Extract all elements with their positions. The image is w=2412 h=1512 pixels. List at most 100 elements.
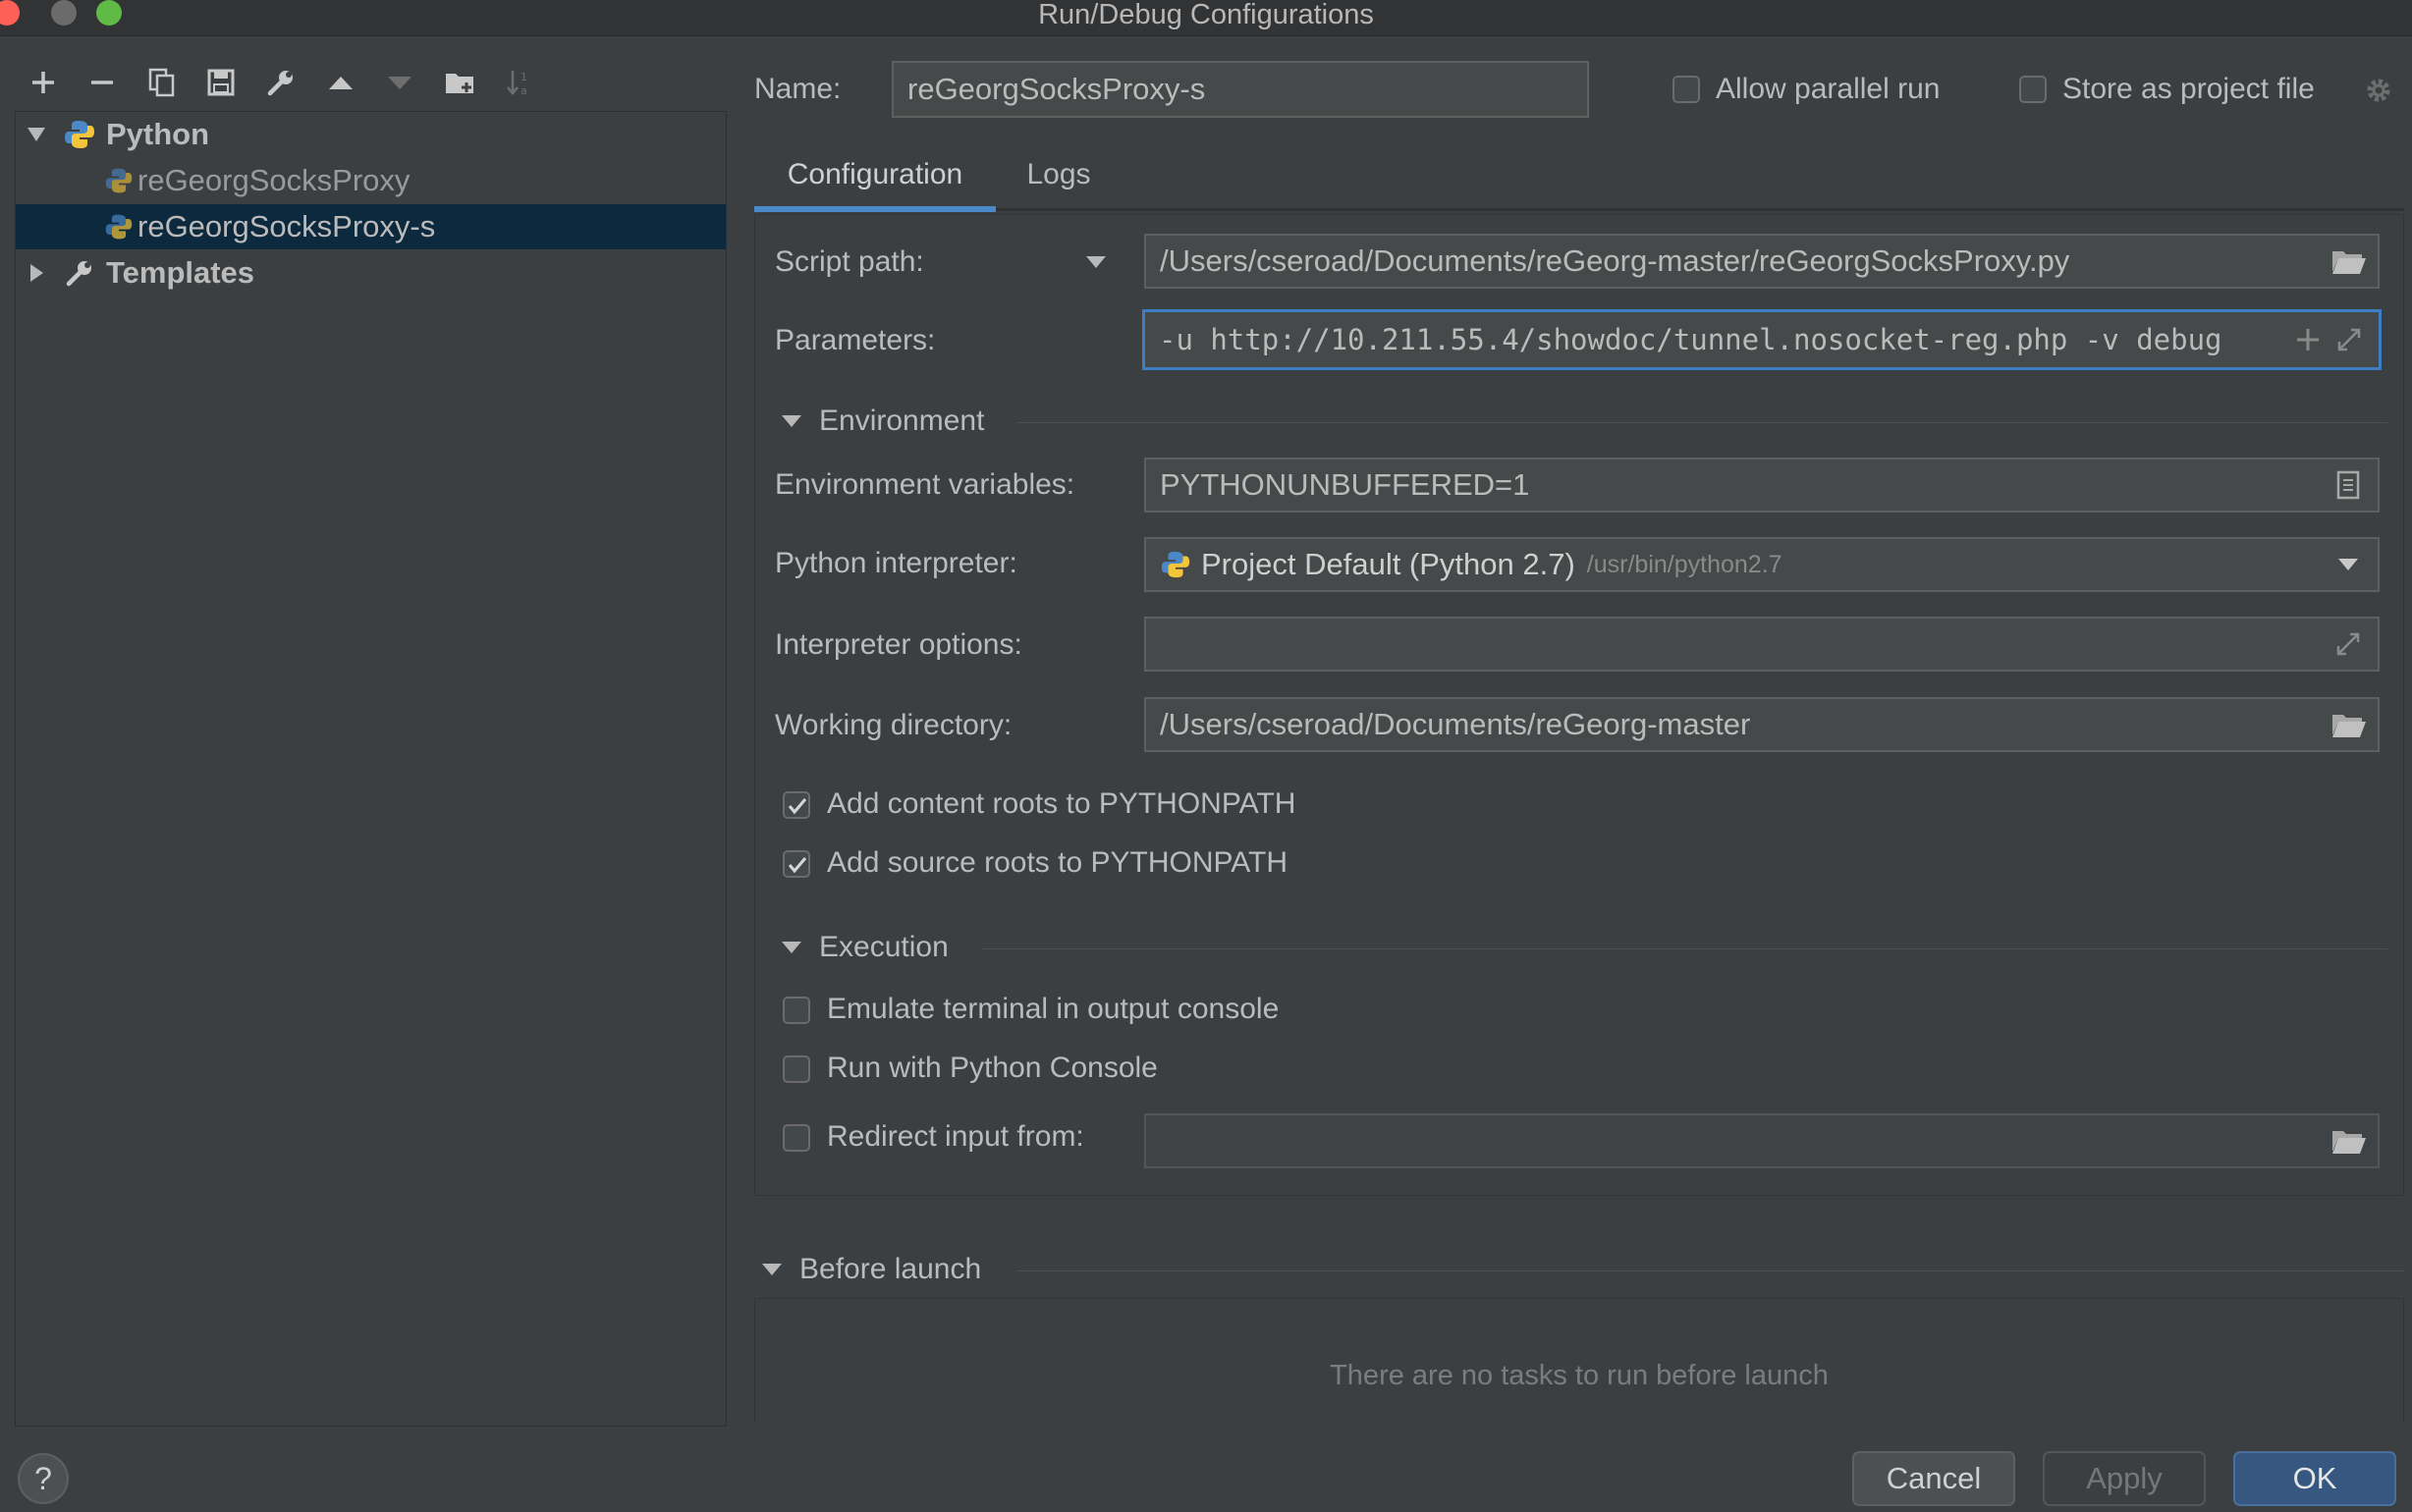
interpreter-label: Python interpreter: [775, 547, 1017, 579]
redirect-input-checkbox[interactable] [783, 1124, 810, 1152]
env-vars-field[interactable]: PYTHONUNBUFFERED=1 [1144, 458, 2380, 513]
wrench-icon[interactable] [259, 61, 302, 104]
allow-parallel-run-checkbox[interactable] [1672, 76, 1700, 103]
env-vars-label: Environment variables: [775, 468, 1075, 501]
folder-open-icon[interactable] [2329, 707, 2368, 742]
help-button[interactable]: ? [18, 1453, 69, 1504]
tab-configuration-label: Configuration [787, 158, 963, 190]
configurations-tree[interactable]: Python reGeorgSocksProxy reGeorgSocksPro… [15, 111, 727, 1427]
interpreter-name: Project Default (Python 2.7) [1201, 547, 1575, 581]
svg-text:a: a [521, 84, 527, 97]
folder-open-icon[interactable] [2329, 243, 2368, 279]
add-source-roots-checkbox[interactable] [783, 850, 810, 878]
execution-section-title: Execution [819, 931, 949, 963]
section-divider [1017, 422, 2387, 423]
edit-list-icon[interactable] [2329, 467, 2368, 503]
add-content-roots-checkbox[interactable] [783, 791, 810, 819]
expanded-arrow-icon[interactable] [26, 124, 47, 145]
allow-parallel-run-label: Allow parallel run [1716, 73, 1941, 105]
python-run-config-icon [105, 168, 133, 193]
tree-group-python-label: Python [106, 117, 210, 151]
folder-open-icon[interactable] [2329, 1123, 2368, 1159]
name-label: Name: [754, 73, 842, 105]
section-collapse-icon[interactable] [782, 942, 801, 953]
svg-text:1: 1 [521, 71, 527, 83]
checkmark-icon [788, 798, 807, 815]
parameters-label: Parameters: [775, 324, 936, 356]
before-launch-section[interactable]: Before launch [762, 1253, 981, 1286]
script-path-field[interactable]: /Users/cseroad/Documents/reGeorg-master/… [1144, 234, 2380, 289]
active-tab-indicator [754, 206, 996, 212]
tabs-divider [754, 208, 2404, 211]
ok-button[interactable]: OK [2233, 1451, 2396, 1506]
gear-icon[interactable] [2363, 75, 2394, 106]
tree-item-label: reGeorgSocksProxy [137, 163, 411, 197]
add-icon[interactable] [22, 61, 65, 104]
sort-icon[interactable]: 1a [498, 61, 541, 104]
store-as-project-file-label: Store as project file [2062, 73, 2315, 105]
redirect-input-field[interactable] [1144, 1113, 2380, 1168]
environment-section-title: Environment [819, 405, 985, 437]
python-icon [1161, 551, 1190, 578]
before-launch-empty-text: There are no tasks to run before launch [1330, 1360, 1829, 1391]
add-macro-icon[interactable] [2288, 322, 2328, 357]
section-divider [1017, 1270, 2404, 1271]
wrench-icon [66, 261, 91, 287]
environment-section[interactable]: Environment [782, 405, 984, 438]
emulate-terminal-checkbox[interactable] [783, 997, 810, 1024]
before-launch-task-list[interactable]: There are no tasks to run before launch [754, 1298, 2404, 1424]
cancel-button[interactable]: Cancel [1852, 1451, 2015, 1506]
tree-item-label: reGeorgSocksProxy-s [137, 209, 436, 243]
interpreter-options-label: Interpreter options: [775, 628, 1022, 661]
save-icon[interactable] [199, 61, 243, 104]
emulate-terminal-label: Emulate terminal in output console [827, 993, 1280, 1025]
tab-configuration[interactable]: Configuration [754, 137, 996, 212]
before-launch-title: Before launch [799, 1253, 982, 1285]
tab-logs[interactable]: Logs [1012, 137, 1106, 212]
folder-icon[interactable] [438, 61, 481, 104]
execution-section[interactable]: Execution [782, 931, 949, 964]
collapsed-arrow-icon[interactable] [26, 262, 47, 284]
run-python-console-checkbox[interactable] [783, 1055, 810, 1083]
tree-item-regeorgsocksproxy-s[interactable]: reGeorgSocksProxy-s [16, 204, 726, 249]
working-dir-value: /Users/cseroad/Documents/reGeorg-master [1160, 707, 1751, 741]
working-dir-label: Working directory: [775, 709, 1013, 741]
expand-icon[interactable] [2329, 626, 2368, 662]
name-field[interactable]: reGeorgSocksProxy-s [892, 61, 1589, 118]
remove-icon[interactable] [81, 61, 124, 104]
parameters-value: -u http://10.211.55.4/showdoc/tunnel.nos… [1159, 323, 2222, 356]
section-divider [982, 948, 2387, 949]
chevron-down-icon[interactable] [1084, 253, 1108, 271]
apply-button[interactable]: Apply [2043, 1451, 2206, 1506]
python-icon [65, 121, 94, 148]
script-path-label: Script path: [775, 245, 924, 278]
parameters-field[interactable]: -u http://10.211.55.4/showdoc/tunnel.nos… [1142, 309, 2382, 370]
copy-icon[interactable] [140, 61, 184, 104]
redirect-input-label: Redirect input from: [827, 1120, 1084, 1153]
add-source-roots-label: Add source roots to PYTHONPATH [827, 846, 1288, 879]
chevron-down-icon[interactable] [2329, 547, 2368, 582]
add-content-roots-label: Add content roots to PYTHONPATH [827, 787, 1296, 820]
title-bar: Run/Debug Configurations [0, 0, 2412, 36]
run-python-console-label: Run with Python Console [827, 1052, 1158, 1084]
window-title: Run/Debug Configurations [1038, 0, 1374, 30]
working-dir-field[interactable]: /Users/cseroad/Documents/reGeorg-master [1144, 697, 2380, 752]
tab-logs-label: Logs [1026, 158, 1091, 190]
move-up-icon[interactable] [319, 61, 362, 104]
name-value: reGeorgSocksProxy-s [907, 72, 1206, 106]
move-down-icon[interactable] [378, 61, 421, 104]
interpreter-path: /usr/bin/python2.7 [1586, 550, 1782, 578]
section-collapse-icon[interactable] [782, 415, 801, 427]
section-collapse-icon[interactable] [762, 1264, 782, 1275]
interpreter-options-field[interactable] [1144, 617, 2380, 672]
checkmark-icon [788, 857, 807, 874]
expand-icon[interactable] [2330, 322, 2369, 357]
python-run-config-icon [105, 214, 133, 240]
tree-group-python[interactable]: Python [16, 112, 726, 157]
tree-group-templates[interactable]: Templates [16, 250, 726, 296]
tree-item-regeorgsocksproxy[interactable]: reGeorgSocksProxy [16, 158, 726, 203]
env-vars-value: PYTHONUNBUFFERED=1 [1160, 467, 1530, 502]
interpreter-select[interactable]: Project Default (Python 2.7) /usr/bin/py… [1144, 537, 2380, 592]
store-as-project-file-checkbox[interactable] [2019, 76, 2047, 103]
script-path-value: /Users/cseroad/Documents/reGeorg-master/… [1160, 243, 2070, 278]
